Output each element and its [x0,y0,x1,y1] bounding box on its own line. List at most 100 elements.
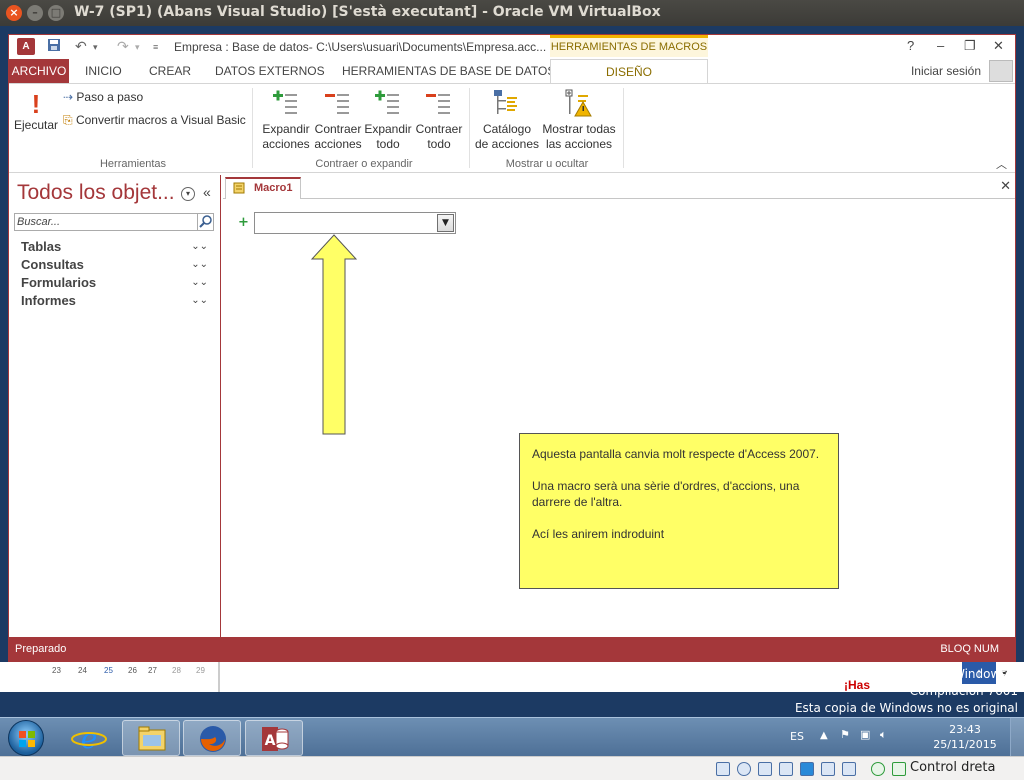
exclamation-icon: ! [31,89,41,119]
access-window: A ↶ ▾ ↷ ▾ ≡ Empresa : Base de datos- C:\… [8,34,1016,662]
expand-actions-line1: Expandir [262,122,310,136]
window-title: W-7 (SP1) (Abans Visual Studio) [S'està … [74,4,661,20]
volume-icon[interactable]: 🔈︎ [880,728,887,742]
internet-explorer-icon: e [71,722,107,755]
divider [218,662,220,692]
show-all-actions-button[interactable]: Mostrar todas las acciones [541,88,617,152]
minimize-icon[interactable]: – [937,38,944,53]
action-catalog-button[interactable]: Catálogo de acciones [473,88,541,152]
close-icon[interactable]: ✕ [993,38,1004,54]
add-action-combobox[interactable]: ▼ [254,212,456,234]
convert-label: Convertir macros a Visual Basic [75,113,246,127]
nav-menu-dropdown-icon[interactable]: ▾ [181,187,195,201]
collapse-actions-button[interactable]: Contraer acciones [313,88,363,152]
undo-icon[interactable]: ↶ [75,38,87,55]
chevron-down-icon[interactable]: ⌄⌄ [191,241,208,252]
audio-icon[interactable] [758,762,772,776]
host-titlebar: × – □ W-7 (SP1) (Abans Visual Studio) [S… [0,0,1024,26]
search-input[interactable]: Buscar... [14,213,214,231]
tab-crear[interactable]: CREAR [139,59,201,83]
taskbar-ie[interactable]: e [60,720,118,756]
redo-dropdown-icon[interactable]: ▾ [135,42,140,53]
nav-category-informes[interactable]: Informes [21,293,76,308]
nav-category-consultas[interactable]: Consultas [21,257,84,272]
close-document-icon[interactable]: ✕ [1000,179,1011,194]
expand-all-line1: Expandir [364,122,412,136]
document-title: Empresa : Base de datos- C:\Users\usuari… [174,40,547,54]
annotation-callout: Aquesta pantalla canvia molt respecte d'… [519,433,839,589]
collapse-all-line1: Contraer [415,122,463,136]
run-button[interactable]: ! Ejecutar [13,90,59,133]
firefox-icon [200,726,226,752]
quick-access-toolbar: A ↶ ▾ ↷ ▾ ≡ Empresa : Base de datos- C:\… [9,35,1015,59]
hard-disk-icon[interactable] [716,762,730,776]
undo-dropdown-icon[interactable]: ▾ [93,42,98,53]
chevron-down-icon[interactable]: ⌄⌄ [191,295,208,306]
taskbar-explorer[interactable] [122,720,180,756]
customize-qat-icon[interactable]: ≡ [153,42,158,52]
nav-category-tablas[interactable]: Tablas [21,239,61,254]
step-label: Paso a paso [76,90,144,104]
nav-category-formularios[interactable]: Formularios [21,275,96,290]
collapse-ribbon-icon[interactable]: ︿ [996,156,1007,172]
sign-in-link[interactable]: Iniciar sesión [911,59,981,83]
callout-paragraph-1: Aquesta pantalla canvia molt respecte d'… [532,447,820,461]
expand-all-button[interactable]: Expandir todo [363,88,413,152]
chevron-down-icon[interactable]: ⌄⌄ [191,277,208,288]
action-center-icon[interactable]: ⚑ [840,728,850,741]
collapse-all-button[interactable]: Contraer todo [413,88,465,152]
clock[interactable]: 23:43 25/11/2015 [932,722,998,752]
language-indicator[interactable]: ES [790,730,804,743]
network-adapter-icon[interactable] [779,762,793,776]
collapse-pane-icon[interactable]: « [203,184,211,200]
mouse-integration-icon[interactable] [871,762,885,776]
taskbar-access[interactable]: A [245,720,303,756]
nav-pane-title[interactable]: Todos los objet... [17,181,175,205]
save-icon[interactable] [47,38,61,55]
tab-archivo[interactable]: ARCHIVO [9,59,69,83]
search-icon[interactable] [197,214,213,230]
tab-herramientas-bd[interactable]: HERRAMIENTAS DE BASE DE DATOS [332,59,565,83]
help-icon[interactable]: ? [907,38,914,53]
calendar-day: 23 [52,666,61,675]
keyboard-capture-icon[interactable] [892,762,906,776]
step-button[interactable]: ⇢ Paso a paso [63,90,143,105]
calendar-day: 25 [104,666,113,675]
start-button[interactable] [8,720,44,756]
collapse-all-line2: todo [427,137,451,151]
shared-folders-icon[interactable] [800,762,814,776]
expand-actions-line2: acciones [262,137,310,151]
close-icon[interactable]: × [6,5,22,21]
redo-icon[interactable]: ↷ [117,38,129,55]
avatar[interactable] [989,60,1013,82]
taskbar: e A ES ▲ ⚑ ▣ 🔈︎ 23:43 25/11/2015 [0,717,1024,756]
taskbar-firefox[interactable] [183,720,241,756]
restore-icon[interactable]: ❐ [964,38,976,54]
chevron-down-icon[interactable]: ⌄⌄ [191,259,208,270]
tab-macro1[interactable]: Macro1 [225,177,301,199]
ribbon-separator [623,88,624,168]
tab-inicio[interactable]: INICIO [75,59,132,83]
network-icon[interactable]: ▣ [860,728,870,741]
macro-icon [232,181,246,201]
document-tabbar: Macro1 ✕ [223,175,1015,199]
add-action-icon: + [238,215,249,230]
ribbon: ! Ejecutar ⇢ Paso a paso ⎘ Convertir mac… [9,83,1015,173]
folder-icon [138,726,166,751]
show-desktop-button[interactable] [1010,718,1024,756]
virtualbox-statusbar: Control dreta [0,756,1024,780]
minimize-icon[interactable]: – [27,5,43,21]
show-all-actions-line2: las acciones [545,137,613,151]
optical-drive-icon[interactable] [737,762,751,776]
convert-vb-button[interactable]: ⎘ Convertir macros a Visual Basic [63,113,246,128]
tab-datos-externos[interactable]: DATOS EXTERNOS [205,59,335,83]
maximize-icon[interactable]: □ [48,5,64,21]
watermark-line-3: Esta copia de Windows no es original [794,701,1018,715]
video-capture-icon[interactable] [842,762,856,776]
tab-diseno[interactable]: DISEÑO [550,59,708,83]
expand-actions-button[interactable]: Expandir acciones [261,88,311,152]
ribbon-separator [469,88,470,168]
dropdown-arrow-icon[interactable]: ▼ [437,214,454,232]
display-icon[interactable] [821,762,835,776]
show-hidden-icons-icon[interactable]: ▲ [820,730,828,741]
